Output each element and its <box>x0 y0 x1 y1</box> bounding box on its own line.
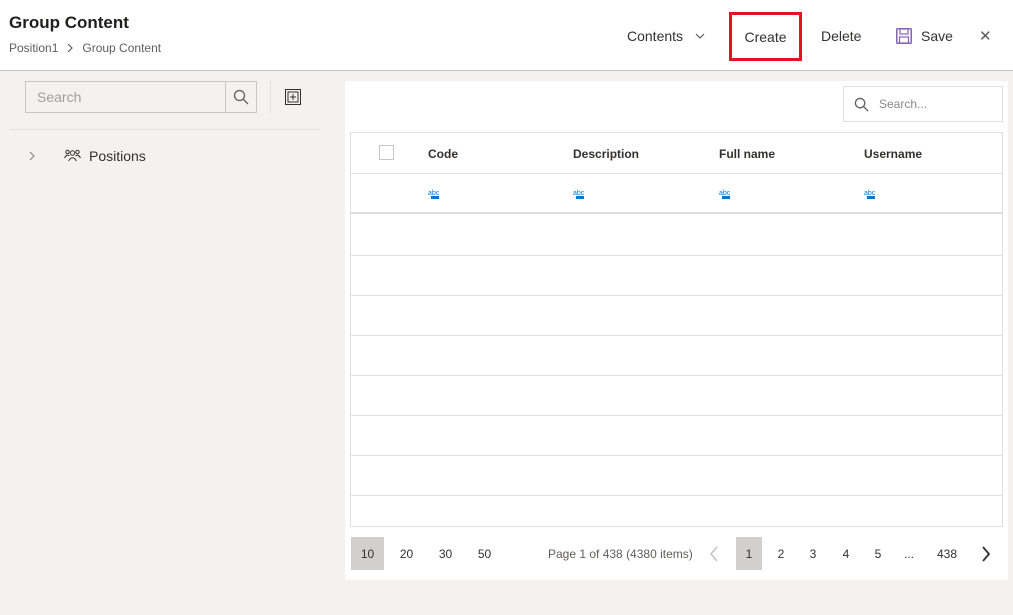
column-header-username[interactable]: Username <box>864 147 922 161</box>
table-row[interactable] <box>351 296 1002 336</box>
svg-text:abc: abc <box>719 190 731 197</box>
app-header: Group Content Position1 Group Content Co… <box>0 0 1013 71</box>
save-icon <box>896 28 912 44</box>
contents-label: Contents <box>627 28 684 44</box>
page-size-option[interactable]: 30 <box>429 537 462 570</box>
contents-menu-button[interactable]: Contents <box>627 13 705 59</box>
delete-button[interactable]: Delete <box>821 13 861 59</box>
breadcrumb-item-position[interactable]: Position1 <box>9 41 58 55</box>
search-icon <box>854 97 869 112</box>
page-size-option[interactable]: 10 <box>351 537 384 570</box>
save-button[interactable]: Save <box>896 13 953 59</box>
select-all-checkbox[interactable] <box>379 145 394 160</box>
search-icon <box>233 89 249 105</box>
create-label: Create <box>744 28 787 45</box>
table-row[interactable] <box>351 256 1002 296</box>
table-row[interactable] <box>351 336 1002 376</box>
table-row[interactable] <box>351 416 1002 456</box>
expand-all-icon[interactable] <box>285 89 301 105</box>
previous-page-button[interactable] <box>704 537 724 570</box>
chevron-right-icon[interactable] <box>25 151 39 161</box>
chevron-right-icon <box>67 43 74 53</box>
navigation-pane: Positions <box>0 72 335 615</box>
data-grid: Code Description Full name Username abc … <box>350 132 1003 527</box>
column-header-code[interactable]: Code <box>428 147 458 161</box>
tree-item-label: Positions <box>89 148 146 164</box>
page-number[interactable]: 1 <box>736 537 762 570</box>
text-filter-icon[interactable]: abc <box>573 186 587 200</box>
page-number[interactable]: 4 <box>833 537 859 570</box>
table-row[interactable] <box>351 496 1002 526</box>
breadcrumb-item-current: Group Content <box>82 41 162 55</box>
pager: 10 20 30 50 Page 1 of 438 (4380 items) 1… <box>350 537 1003 571</box>
page-number[interactable]: 2 <box>768 537 794 570</box>
grid-search <box>843 86 1003 122</box>
grid-header-row: Code Description Full name Username <box>351 133 1002 174</box>
page-size-option[interactable]: 50 <box>468 537 501 570</box>
text-filter-icon[interactable]: abc <box>719 186 733 200</box>
svg-text:abc: abc <box>573 190 585 197</box>
pane-divider <box>9 129 320 130</box>
page-number[interactable]: 5 <box>865 537 891 570</box>
tree-search-input[interactable] <box>26 82 225 112</box>
close-icon: ✕ <box>979 28 992 45</box>
chevron-right-icon <box>982 545 991 562</box>
svg-text:abc: abc <box>864 190 876 197</box>
grid-panel: Code Description Full name Username abc … <box>345 81 1008 580</box>
people-icon <box>64 149 81 162</box>
grid-search-input[interactable] <box>879 97 989 111</box>
svg-text:abc: abc <box>428 190 440 197</box>
delete-label: Delete <box>821 28 862 44</box>
page-number[interactable]: 3 <box>800 537 826 570</box>
chevron-left-icon <box>709 545 718 562</box>
tree-search-button[interactable] <box>225 82 256 112</box>
save-label: Save <box>921 28 953 44</box>
table-row[interactable] <box>351 216 1002 256</box>
column-header-description[interactable]: Description <box>573 147 639 161</box>
tree-item-positions[interactable]: Positions <box>25 146 146 166</box>
last-page-number[interactable]: 438 <box>933 537 961 570</box>
text-filter-icon[interactable]: abc <box>864 186 878 200</box>
chevron-down-icon <box>695 33 705 39</box>
column-header-full-name[interactable]: Full name <box>719 147 775 161</box>
toolbar-divider <box>270 81 271 113</box>
table-row[interactable] <box>351 376 1002 416</box>
create-button[interactable]: Create <box>729 12 802 61</box>
breadcrumb: Position1 Group Content <box>9 41 161 55</box>
table-row[interactable] <box>351 456 1002 496</box>
tree-search <box>25 81 257 113</box>
page-ellipsis: ... <box>903 546 914 561</box>
grid-filter-row: abc abc abc abc <box>351 174 1002 214</box>
close-button[interactable]: ✕ <box>979 13 992 59</box>
page-info: Page 1 of 438 (4380 items) <box>548 547 693 561</box>
page-size-option[interactable]: 20 <box>390 537 423 570</box>
next-page-button[interactable] <box>976 537 996 570</box>
text-filter-icon[interactable]: abc <box>428 186 442 200</box>
page-title: Group Content <box>9 13 129 32</box>
